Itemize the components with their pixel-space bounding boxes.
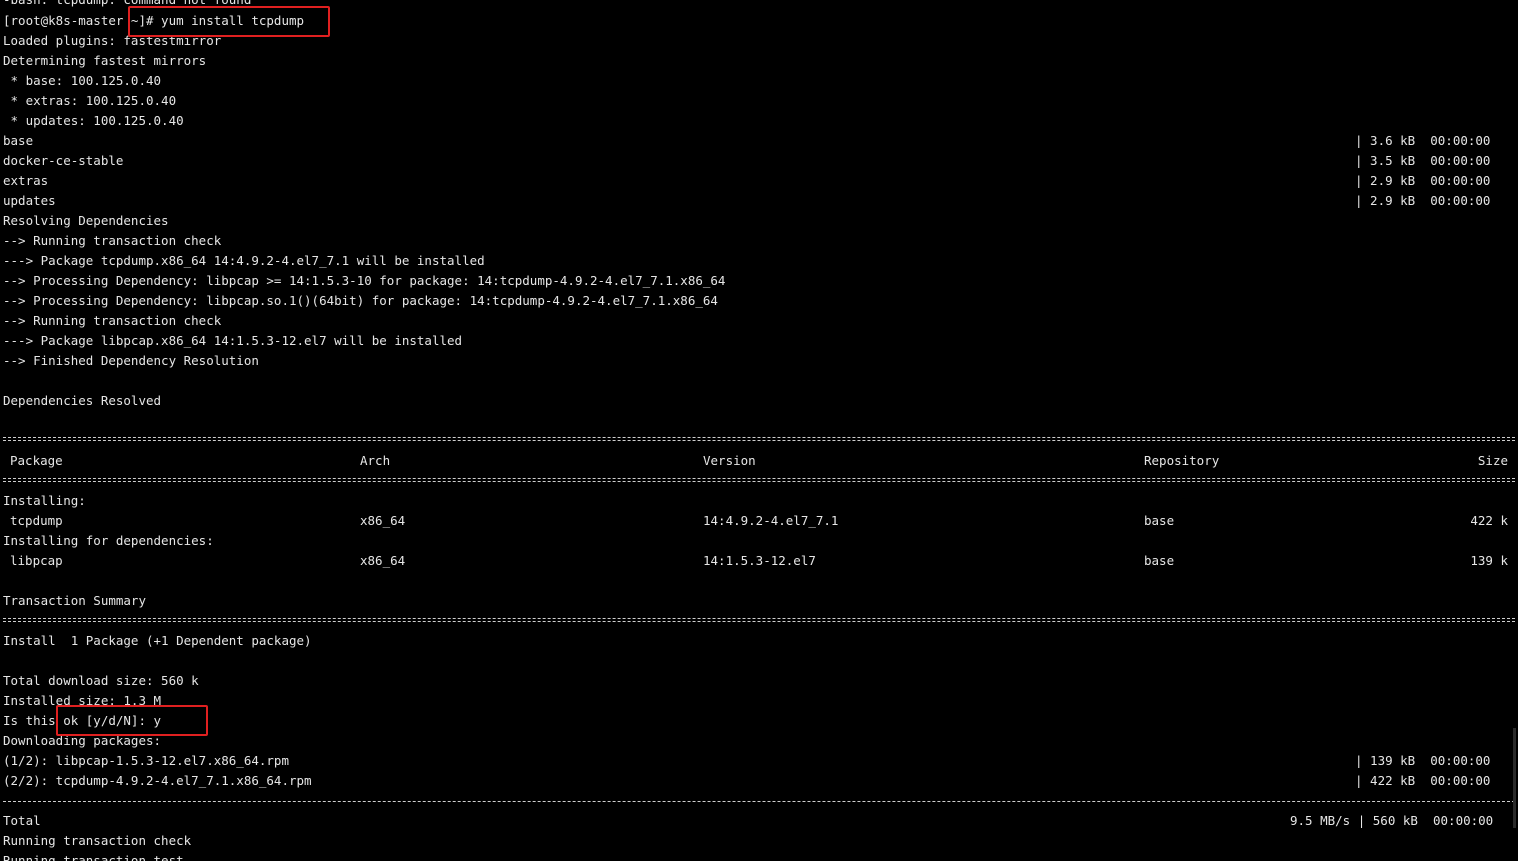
download-divider bbox=[3, 801, 1515, 802]
header-version: Version bbox=[703, 453, 756, 468]
package-name-cell: libpcap bbox=[10, 553, 63, 568]
download-file: (2/2): tcpdump-4.9.2-4.el7_7.1.x86_64.rp… bbox=[3, 773, 312, 788]
terminal-window[interactable]: -bash: tcpdump: command not found [root@… bbox=[0, 0, 1518, 861]
repo-name: docker-ce-stable bbox=[3, 153, 124, 168]
running-check-line: Running transaction check bbox=[3, 833, 192, 848]
repo-size: | 2.9 kB 00:00:00 bbox=[1355, 173, 1491, 188]
repository-cell: base bbox=[1144, 513, 1175, 528]
determining-line: Determining fastest mirrors bbox=[3, 53, 207, 68]
dependencies-label: Installing for dependencies: bbox=[3, 533, 214, 548]
arch-cell: x86_64 bbox=[360, 553, 406, 568]
download-size: | 139 kB 00:00:00 bbox=[1355, 753, 1491, 768]
size-cell: 139 k bbox=[1470, 553, 1508, 568]
header-package: Package bbox=[10, 453, 63, 468]
repo-name: updates bbox=[3, 193, 56, 208]
confirm-highlight-box bbox=[56, 705, 208, 736]
transaction-summary-title: Transaction Summary bbox=[3, 593, 146, 608]
repo-size: | 2.9 kB 00:00:00 bbox=[1355, 193, 1491, 208]
header-repository: Repository bbox=[1144, 453, 1220, 468]
header-size: Size bbox=[1477, 453, 1508, 468]
repo-name: base bbox=[3, 133, 34, 148]
dependency-line: --> Finished Dependency Resolution bbox=[3, 353, 259, 368]
scrollbar-thumb[interactable] bbox=[1513, 728, 1516, 828]
mirror-base-line: * base: 100.125.0.40 bbox=[3, 73, 162, 88]
total-download-line: Total download size: 560 k bbox=[3, 673, 199, 688]
repo-size: | 3.6 kB 00:00:00 bbox=[1355, 133, 1491, 148]
total-label: Total bbox=[3, 813, 41, 828]
version-cell: 14:1.5.3-12.el7 bbox=[703, 553, 816, 568]
command-highlight-box bbox=[128, 6, 330, 37]
mirror-extras-line: * extras: 100.125.0.40 bbox=[3, 93, 177, 108]
mirror-updates-line: * updates: 100.125.0.40 bbox=[3, 113, 184, 128]
download-file: (1/2): libpcap-1.5.3-12.el7.x86_64.rpm bbox=[3, 753, 289, 768]
size-cell: 422 k bbox=[1470, 513, 1508, 528]
header-arch: Arch bbox=[360, 453, 391, 468]
shell-prompt: [root@k8s-master ~] bbox=[3, 13, 146, 28]
table-top-divider bbox=[3, 437, 1515, 441]
total-value: 9.5 MB/s | 560 kB 00:00:00 bbox=[1290, 813, 1494, 828]
dependency-line: Resolving Dependencies bbox=[3, 213, 169, 228]
dependency-line: ---> Package libpcap.x86_64 14:1.5.3-12.… bbox=[3, 333, 463, 348]
dependencies-resolved-line: Dependencies Resolved bbox=[3, 393, 162, 408]
repository-cell: base bbox=[1144, 553, 1175, 568]
installing-label: Installing: bbox=[3, 493, 86, 508]
package-name-cell: tcpdump bbox=[10, 513, 63, 528]
repo-name: extras bbox=[3, 173, 49, 188]
download-size: | 422 kB 00:00:00 bbox=[1355, 773, 1491, 788]
dependency-line: --> Running transaction check bbox=[3, 313, 222, 328]
dependency-line: --> Running transaction check bbox=[3, 233, 222, 248]
table-header-divider bbox=[3, 478, 1515, 482]
repo-size: | 3.5 kB 00:00:00 bbox=[1355, 153, 1491, 168]
dependency-line: ---> Package tcpdump.x86_64 14:4.9.2-4.e… bbox=[3, 253, 485, 268]
arch-cell: x86_64 bbox=[360, 513, 406, 528]
dependency-line: --> Processing Dependency: libpcap.so.1(… bbox=[3, 293, 718, 308]
version-cell: 14:4.9.2-4.el7_7.1 bbox=[703, 513, 839, 528]
dependency-line: --> Processing Dependency: libpcap >= 14… bbox=[3, 273, 726, 288]
summary-divider bbox=[3, 618, 1515, 622]
running-test-line: Running transaction test bbox=[3, 853, 184, 861]
install-summary-line: Install 1 Package (+1 Dependent package) bbox=[3, 633, 312, 648]
